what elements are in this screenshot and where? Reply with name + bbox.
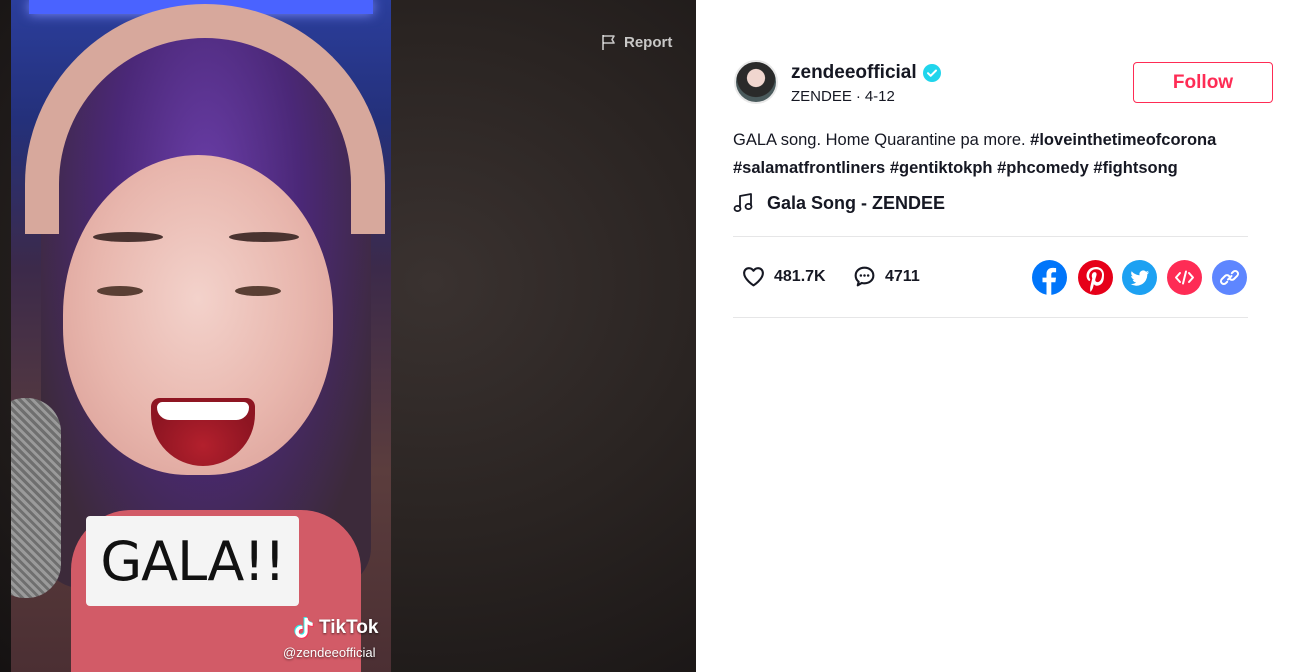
author-subline: ZENDEE · 4-12 xyxy=(791,88,895,105)
tiktok-watermark-brand: TikTok xyxy=(319,617,379,638)
twitter-icon xyxy=(1122,260,1157,295)
tiktok-logo-icon xyxy=(294,617,314,639)
hashtag-link[interactable]: #fightsong xyxy=(1093,159,1177,177)
author-display-name: ZENDEE xyxy=(791,88,852,105)
follow-button[interactable]: Follow xyxy=(1133,62,1273,103)
video-subject-eye xyxy=(97,286,143,296)
share-copy-link-button[interactable] xyxy=(1212,260,1247,295)
comment-icon xyxy=(854,266,875,287)
link-icon xyxy=(1212,260,1247,295)
report-label: Report xyxy=(624,33,673,51)
share-embed-button[interactable] xyxy=(1167,260,1202,295)
share-twitter-button[interactable] xyxy=(1122,260,1157,295)
author-username[interactable]: zendeeofficial xyxy=(791,62,917,84)
music-note-icon xyxy=(733,193,753,212)
music-link[interactable]: Gala Song - ZENDEE xyxy=(733,192,945,214)
pinterest-icon xyxy=(1078,260,1113,295)
hashtag-link[interactable]: #loveinthetimeofcorona xyxy=(1030,131,1216,149)
caption-text: GALA song. Home Quarantine pa more. xyxy=(733,131,1026,149)
comment-count: 4711 xyxy=(885,267,920,285)
hashtag-link[interactable]: #gentiktokph xyxy=(890,159,993,177)
video-subject-brow xyxy=(229,232,299,242)
divider xyxy=(733,236,1248,237)
flag-icon xyxy=(602,35,615,50)
music-title: Gala Song - ZENDEE xyxy=(767,192,946,213)
microphone-graphic xyxy=(11,398,61,598)
comment-button[interactable]: 4711 xyxy=(852,264,920,289)
facebook-icon xyxy=(1032,260,1067,295)
tiktok-watermark-handle: @zendeeofficial xyxy=(283,645,376,660)
share-pinterest-button[interactable] xyxy=(1078,260,1113,295)
hashtag-link[interactable]: #salamatfrontliners xyxy=(733,159,885,177)
subline-separator: · xyxy=(855,88,861,105)
tiktok-watermark: TikTok xyxy=(293,616,378,640)
video-subject-eye xyxy=(235,286,281,296)
share-facebook-button[interactable] xyxy=(1032,260,1067,295)
heart-icon xyxy=(743,267,764,287)
author-name-row: zendeeofficial xyxy=(791,62,941,84)
divider xyxy=(733,317,1248,318)
hashtag-link[interactable]: #phcomedy xyxy=(997,159,1089,177)
like-button[interactable]: 481.7K xyxy=(741,264,826,289)
report-button[interactable]: Report xyxy=(600,33,672,51)
avatar[interactable] xyxy=(734,60,778,104)
embed-icon xyxy=(1167,260,1202,295)
video-info-panel: zendeeofficial ZENDEE · 4-12 Follow GALA… xyxy=(696,0,1292,672)
video-frame[interactable]: GALA!! TikTok @zendeeofficial xyxy=(11,0,391,672)
video-caption: GALA song. Home Quarantine pa more. #lov… xyxy=(733,126,1263,182)
video-overlay-text: GALA!! xyxy=(86,516,299,606)
video-subject-brow xyxy=(93,232,163,242)
post-date: 4-12 xyxy=(864,88,895,105)
verified-badge-icon xyxy=(922,64,941,82)
like-count: 481.7K xyxy=(774,267,826,285)
video-player[interactable]: GALA!! TikTok @zendeeofficial Report xyxy=(0,0,696,672)
